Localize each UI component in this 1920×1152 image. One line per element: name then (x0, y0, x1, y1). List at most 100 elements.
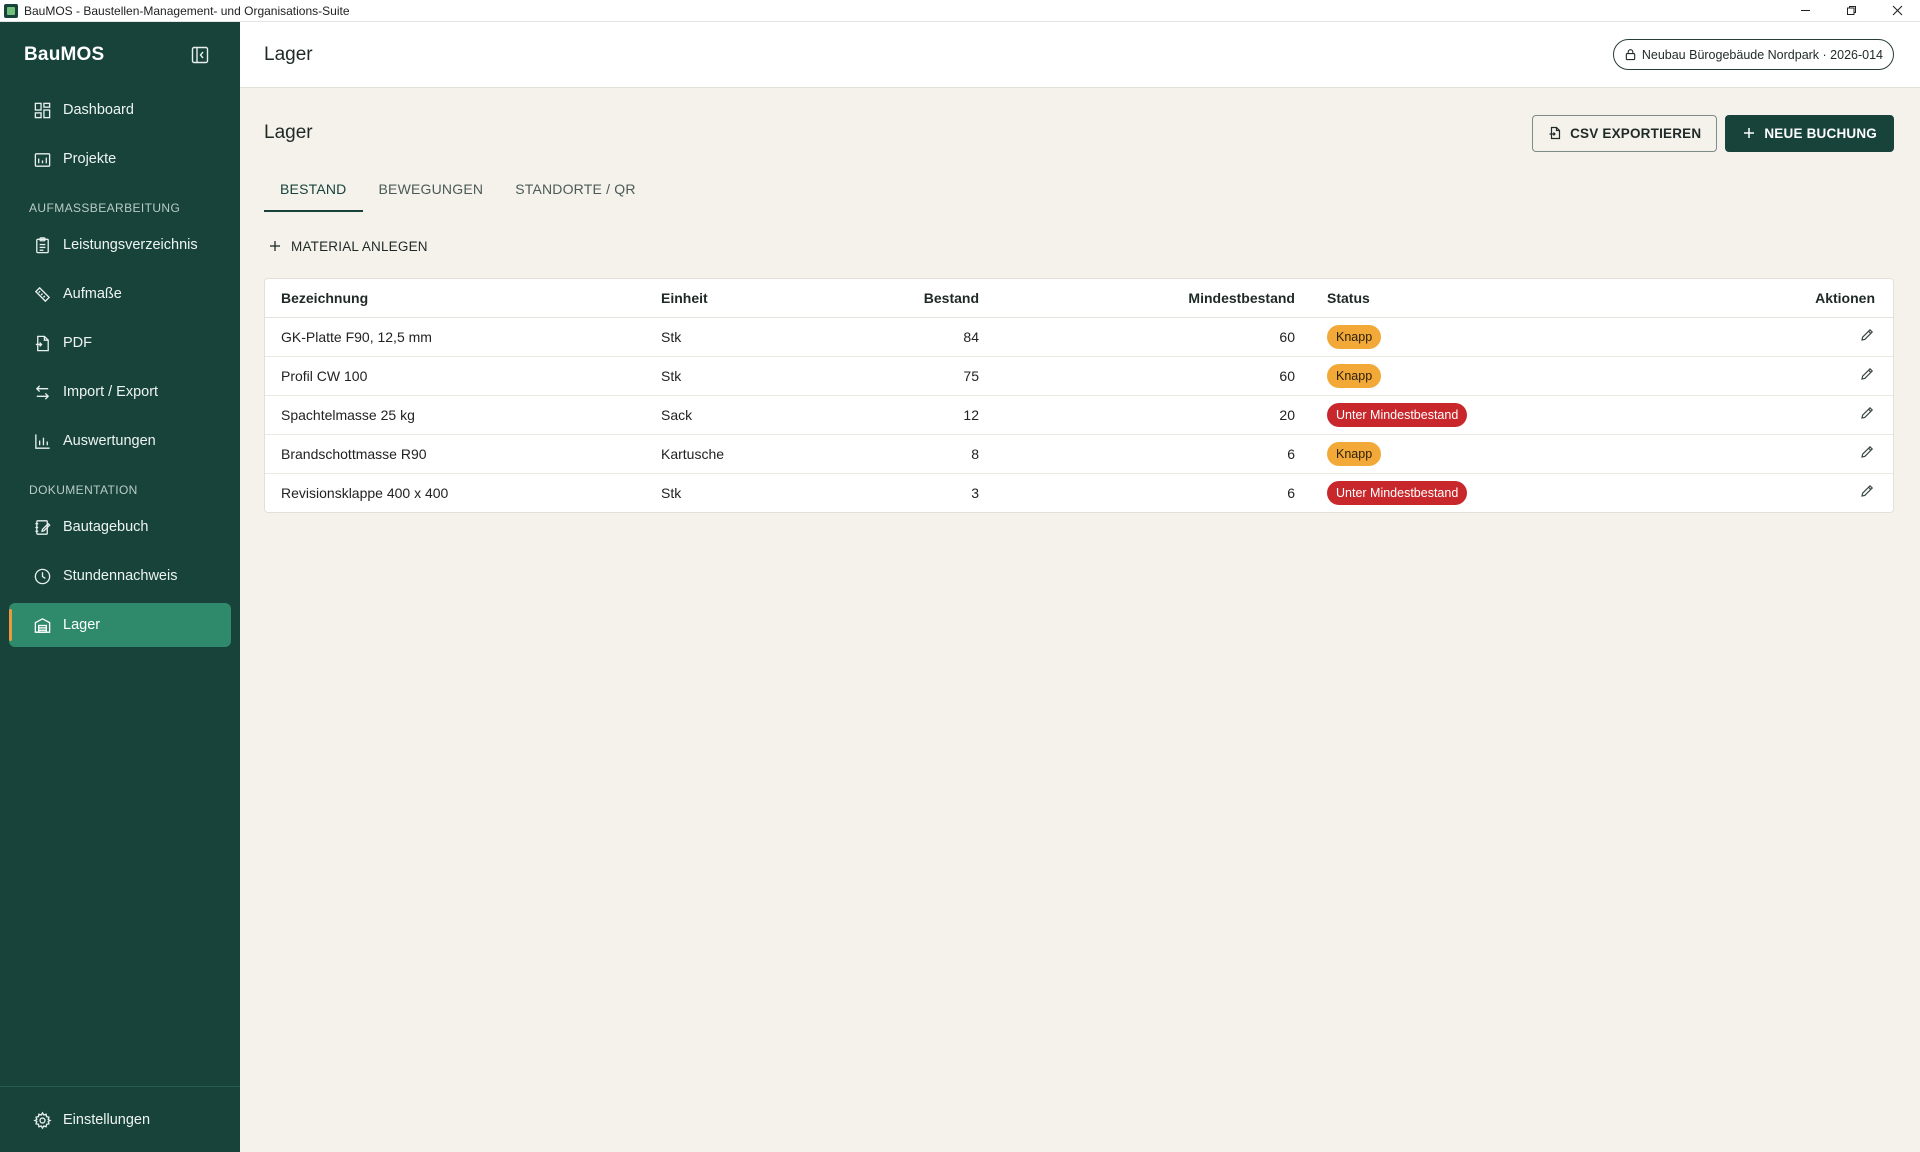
table-row[interactable]: Spachtelmasse 25 kg Sack 12 20 Unter Min… (265, 395, 1893, 435)
sidebar-item-label: Projekte (63, 151, 117, 167)
add-material-button[interactable]: MATERIAL ANLEGEN (264, 228, 1894, 264)
section-label-aufmass: AUFMASSBEARBEITUNG (29, 201, 181, 215)
sidebar-item-label: Dashboard (63, 102, 134, 118)
cell-stock: 84 (835, 317, 995, 357)
column-header-bezeichnung[interactable]: Bezeichnung (265, 279, 645, 318)
clock-icon (32, 566, 52, 586)
cell-status: Unter Mindestbestand (1311, 473, 1671, 512)
restore-icon[interactable] (1828, 0, 1874, 22)
project-name: Neubau Bürogebäude Nordpark · 2026-014 (1641, 47, 1883, 62)
sidebar-item-bautagebuch[interactable]: Bautagebuch (9, 505, 231, 549)
topbar-title: Lager (264, 43, 313, 65)
close-icon[interactable] (1874, 0, 1920, 22)
new-booking-label: NEUE BUCHUNG (1764, 125, 1877, 141)
sidebar-item-stundennachweis[interactable]: Stundennachweis (9, 554, 231, 598)
column-header-bestand[interactable]: Bestand (835, 279, 995, 318)
cell-unit: Stk (661, 484, 682, 501)
sidebar-item-label: Import / Export (63, 384, 159, 400)
status-badge: Knapp (1327, 363, 1382, 388)
warehouse-icon (32, 615, 52, 635)
status-badge: Knapp (1327, 441, 1382, 466)
pencil-icon[interactable] (1859, 366, 1875, 382)
new-booking-button[interactable]: NEUE BUCHUNG (1725, 114, 1894, 152)
file-export-icon (1549, 126, 1561, 140)
window-titlebar: BauMOS - Baustellen-Management- und Orga… (0, 0, 1920, 22)
projects-icon (32, 149, 52, 169)
table-row[interactable]: Profil CW 100 Stk 75 60 Knapp (265, 356, 1893, 396)
cell-name: Brandschottmasse R90 (265, 434, 645, 474)
plus-icon (270, 241, 280, 251)
column-header-mindestbestand[interactable]: Mindestbestand (995, 279, 1311, 318)
minimize-icon[interactable] (1782, 0, 1828, 22)
cell-name: GK-Platte F90, 12,5 mm (265, 317, 645, 357)
page-title: Lager (264, 122, 313, 143)
sidebar-item-label: Auswertungen (63, 433, 156, 449)
pencil-icon[interactable] (1859, 483, 1875, 499)
cell-status: Knapp (1311, 356, 1671, 396)
cell-min-stock: 6 (1287, 484, 1295, 501)
project-selector-chip[interactable]: Neubau Bürogebäude Nordpark · 2026-014 (1612, 39, 1894, 70)
status-badge: Knapp (1327, 324, 1382, 349)
cell-unit: Stk (645, 317, 835, 357)
cell-min-stock: 20 (995, 395, 1311, 435)
sidebar-item-einstellungen[interactable]: Einstellungen (9, 1098, 231, 1142)
swap-arrows-icon (32, 382, 52, 402)
sidebar-item-auswertungen[interactable]: Auswertungen (9, 419, 231, 463)
sidebar-item-label: Einstellungen (63, 1112, 151, 1128)
pencil-icon[interactable] (1859, 444, 1875, 460)
sidebar-item-projekte[interactable]: Projekte (9, 137, 231, 181)
app-logo-icon (4, 3, 18, 18)
sidebar-item-label: Stundennachweis (63, 568, 178, 584)
main-area: Lager Neubau Bürogebäude Nordpark · 2026… (240, 22, 1920, 1152)
page-actions: CSV EXPORTIEREN NEUE BUCHUNG (1532, 114, 1894, 152)
column-header-status[interactable]: Status (1311, 279, 1671, 318)
cell-stock: 3 (971, 484, 979, 501)
pdf-file-icon (32, 333, 52, 353)
tab-standorte-qr[interactable]: STANDORTE / QR (499, 166, 652, 212)
tab-bestand[interactable]: BESTAND (264, 166, 363, 212)
sidebar-footer: Einstellungen (0, 1086, 240, 1152)
sidebar-collapse-icon[interactable] (190, 45, 210, 65)
sidebar-item-import-export[interactable]: Import / Export (9, 370, 231, 414)
cell-unit: Stk (645, 356, 835, 396)
table-header-row: Bezeichnung Einheit Bestand Mindestbesta… (265, 279, 1893, 318)
sidebar-header: BauMOS (0, 22, 240, 88)
sidebar: BauMOS Dashboard Projekte AUFMASSBEARBEI… (0, 22, 240, 1152)
csv-export-button[interactable]: CSV EXPORTIEREN (1532, 114, 1718, 152)
sidebar-item-aufmasse[interactable]: Aufmaße (9, 272, 231, 316)
sidebar-item-pdf[interactable]: PDF (9, 321, 231, 365)
cell-stock: 75 (835, 356, 995, 396)
inventory-table-card: Bezeichnung Einheit Bestand Mindestbesta… (264, 278, 1894, 513)
table-row[interactable]: GK-Platte F90, 12,5 mm Stk 84 60 Knapp (265, 317, 1893, 357)
top-bar: Lager Neubau Bürogebäude Nordpark · 2026… (240, 22, 1920, 88)
status-badge: Unter Mindestbestand (1327, 480, 1468, 505)
plus-icon (1744, 128, 1755, 138)
ruler-icon (32, 284, 52, 304)
sidebar-item-label: Lager (63, 617, 101, 633)
cell-status: Knapp (1311, 434, 1671, 474)
sidebar-item-leistungsverzeichnis[interactable]: Leistungsverzeichnis (9, 223, 231, 267)
sidebar-item-label: PDF (63, 335, 92, 351)
table-row[interactable]: Brandschottmasse R90 Kartusche 8 6 Knapp (265, 434, 1893, 474)
sidebar-item-dashboard[interactable]: Dashboard (9, 88, 231, 132)
csv-export-label: CSV EXPORTIEREN (1570, 125, 1702, 141)
cell-name: Spachtelmasse 25 kg (265, 395, 645, 435)
bar-chart-icon (32, 431, 52, 451)
cell-status: Unter Mindestbestand (1311, 395, 1671, 435)
cell-actions (1671, 317, 1893, 357)
page-header: Lager CSV EXPORTIEREN NEUE BUCHUNG (264, 88, 1894, 176)
sidebar-item-label: Aufmaße (63, 286, 122, 302)
cell-min-stock: 60 (995, 317, 1311, 357)
pencil-icon[interactable] (1859, 405, 1875, 421)
table-row[interactable]: Revisionsklappe 400 x 400 Stk 3 6 Unter … (265, 473, 1893, 512)
pencil-icon[interactable] (1859, 327, 1875, 343)
cell-name: Profil CW 100 (265, 356, 645, 396)
lock-icon (1625, 49, 1636, 61)
window-controls (1782, 0, 1920, 22)
sidebar-item-lager[interactable]: Lager (9, 603, 231, 647)
column-header-aktionen: Aktionen (1671, 279, 1893, 318)
cell-actions (1671, 395, 1893, 435)
tab-bewegungen[interactable]: BEWEGUNGEN (363, 166, 500, 212)
clipboard-icon (32, 235, 52, 255)
column-header-einheit[interactable]: Einheit (645, 279, 835, 318)
